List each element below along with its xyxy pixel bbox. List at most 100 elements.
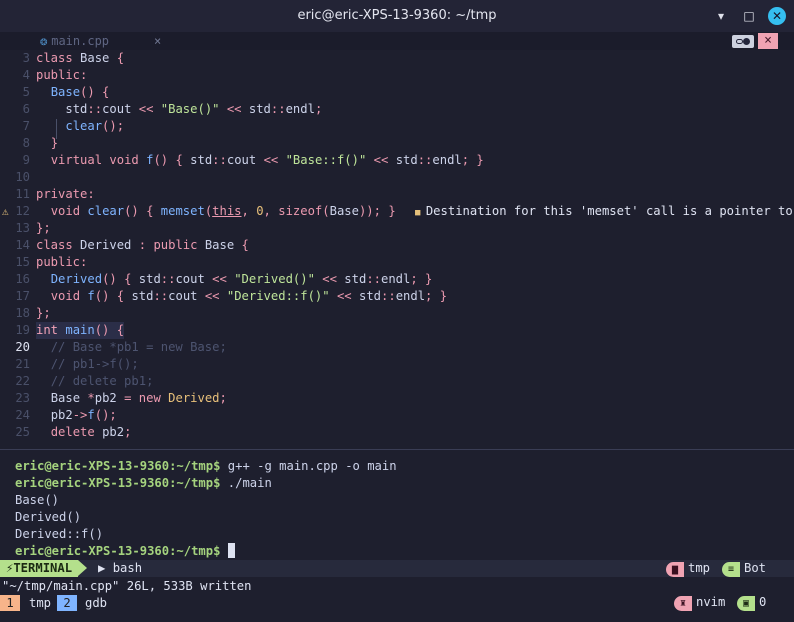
code-text: }; (36, 221, 51, 235)
terminal-line: eric@eric-XPS-13-9360:~/tmp$ g++ -g main… (15, 458, 785, 475)
code-text: pb2->f(); (50, 408, 117, 422)
tmux-window-1-name[interactable]: tmp (29, 595, 51, 611)
statusline: ⚡TERMINAL ▶ bash ▆ tmp ≡ Bot (0, 560, 794, 577)
line-number: 11 (15, 187, 30, 201)
code-text: public: (36, 68, 88, 82)
terminal-icon: ▶ (98, 561, 106, 575)
terminal-pane[interactable]: eric@eric-XPS-13-9360:~/tmp$ g++ -g main… (15, 458, 785, 560)
terminal-output (220, 544, 227, 558)
line-number: 16 (15, 272, 30, 286)
code-line[interactable]: 17 void f() { std::cout << "Derived::f()… (0, 288, 794, 305)
code-line[interactable]: 24 pb2->f(); (0, 407, 794, 424)
code-line[interactable]: 20 // Base *pb1 = new Base; (0, 339, 794, 356)
close-tabs-button[interactable]: × (758, 33, 778, 49)
code-text: void clear() { memset(this, 0, sizeof(Ba… (50, 204, 396, 218)
terminal-output: g++ -g main.cpp -o main (220, 459, 397, 473)
code-text: virtual void f() { std::cout << "Base::f… (50, 153, 484, 167)
line-number: 8 (22, 136, 30, 150)
tmux-window-2-name[interactable]: gdb (85, 595, 107, 611)
code-line[interactable]: 23 Base *pb2 = new Derived; (0, 390, 794, 407)
line-number: 23 (15, 391, 30, 405)
line-number: 19 (15, 323, 30, 337)
line-number: 17 (15, 289, 30, 303)
code-line[interactable]: 12 ⚠ void clear() { memset(this, 0, sizeo… (0, 203, 794, 220)
line-number: 24 (15, 408, 30, 422)
code-text: delete pb2; (50, 425, 132, 439)
code-text: }; (36, 306, 51, 320)
indent-guide (56, 119, 57, 139)
terminal-output: Derived() (15, 510, 82, 524)
code-line[interactable]: 18}; (0, 305, 794, 322)
line-number: 18 (15, 306, 30, 320)
code-line[interactable]: 25 delete pb2; (0, 424, 794, 441)
code-line[interactable]: 15 public: (0, 254, 794, 271)
code-text: // Base *pb1 = new Base; (50, 340, 227, 354)
line-number: 22 (15, 374, 30, 388)
terminal-line: eric@eric-XPS-13-9360:~/tmp$ (15, 543, 785, 560)
code-text: // pb1->f(); (50, 357, 139, 371)
tab-filename: main.cpp (51, 34, 110, 48)
close-window-icon[interactable]: ✕ (768, 7, 786, 25)
split-separator (0, 449, 794, 450)
terminal-line: eric@eric-XPS-13-9360:~/tmp$ ./main (15, 475, 785, 492)
code-line[interactable]: 22 // delete pb1; (0, 373, 794, 390)
dir-segment: ▆ tmp (666, 561, 715, 577)
position-segment: ≡ Bot (722, 561, 771, 577)
pane-icon: ▣ (737, 596, 755, 611)
tmux-window-2-index[interactable]: 2 (57, 595, 77, 611)
code-text: class Derived : public Base { (36, 238, 249, 252)
tmux-window-1-index[interactable]: 1 (0, 595, 20, 611)
maximize-icon[interactable]: □ (740, 7, 758, 25)
buffer-tab-main-cpp[interactable]: ❂ main.cpp × (40, 32, 172, 50)
terminal-output: Base() (15, 493, 60, 507)
session-icon: ♜ (674, 596, 692, 611)
code-text: Derived() { std::cout << "Derived()" << … (50, 272, 433, 286)
code-line[interactable]: 21 // pb1->f(); (0, 356, 794, 373)
code-line[interactable]: 9 virtual void f() { std::cout << "Base:… (0, 152, 794, 169)
shell-prompt: eric@eric-XPS-13-9360:~/tmp$ (15, 459, 221, 473)
mode-label: TERMINAL (13, 561, 73, 575)
code-line[interactable]: 11 private: (0, 186, 794, 203)
tab-close-icon[interactable]: × (154, 32, 161, 50)
terminal-line: Base() (15, 492, 785, 509)
tmux-statusbar: 1 tmp 2 gdb ♜ nvim ▣ 0 (0, 594, 794, 612)
terminal-output: Derived::f() (15, 527, 104, 541)
line-number: 25 (15, 425, 30, 439)
cpp-file-icon: ❂ (40, 34, 48, 48)
code-line[interactable]: 4 public: (0, 67, 794, 84)
command-line: "~/tmp/main.cpp" 26L, 533B written (2, 579, 252, 593)
code-line[interactable]: 16 Derived() { std::cout << "Derived()" … (0, 271, 794, 288)
editor-pane[interactable]: 3 class Base {4 public: 5 Base() {6 std::co… (0, 50, 794, 441)
tmux-session: ♜ nvim (674, 595, 729, 611)
minimize-icon[interactable]: ▾ (712, 7, 730, 25)
code-line[interactable]: 7 clear(); (0, 118, 794, 135)
terminal-line: Derived() (15, 509, 785, 526)
code-line[interactable]: 5 Base() { (0, 84, 794, 101)
line-number: 5 (22, 85, 30, 99)
code-text: } (50, 136, 59, 150)
terminal-line: Derived::f() (15, 526, 785, 543)
code-text: int main() { (36, 322, 125, 339)
folder-icon: ▆ (666, 562, 684, 577)
code-line[interactable]: 10 (0, 169, 794, 186)
code-line[interactable]: 14 class Derived : public Base { (0, 237, 794, 254)
code-line[interactable]: 19 int main() { (0, 322, 794, 339)
mode-indicator: ⚡TERMINAL (0, 560, 88, 577)
toggle-icon[interactable] (732, 35, 754, 48)
line-number: 21 (15, 357, 30, 371)
window-titlebar: eric@eric-XPS-13-9360: ~/tmp ▾ □ ✕ (0, 0, 794, 32)
shell-label: ▶ bash (98, 561, 143, 575)
code-line[interactable]: 6 std::cout << "Base()" << std::endl; (0, 101, 794, 118)
line-number: 13 (15, 221, 30, 235)
shell-prompt: eric@eric-XPS-13-9360:~/tmp$ (15, 544, 221, 558)
line-number: 7 (22, 119, 30, 133)
code-line[interactable]: 3 class Base { (0, 50, 794, 67)
code-line[interactable]: 13}; (0, 220, 794, 237)
warning-icon[interactable]: ⚠ (2, 203, 9, 220)
code-line[interactable]: 8 } (0, 135, 794, 152)
code-text: private: (36, 187, 95, 201)
window-title: eric@eric-XPS-13-9360: ~/tmp (297, 8, 497, 23)
line-number: 6 (22, 102, 30, 116)
code-text: Base *pb2 = new Derived; (50, 391, 227, 405)
line-number: 3 (22, 51, 30, 65)
